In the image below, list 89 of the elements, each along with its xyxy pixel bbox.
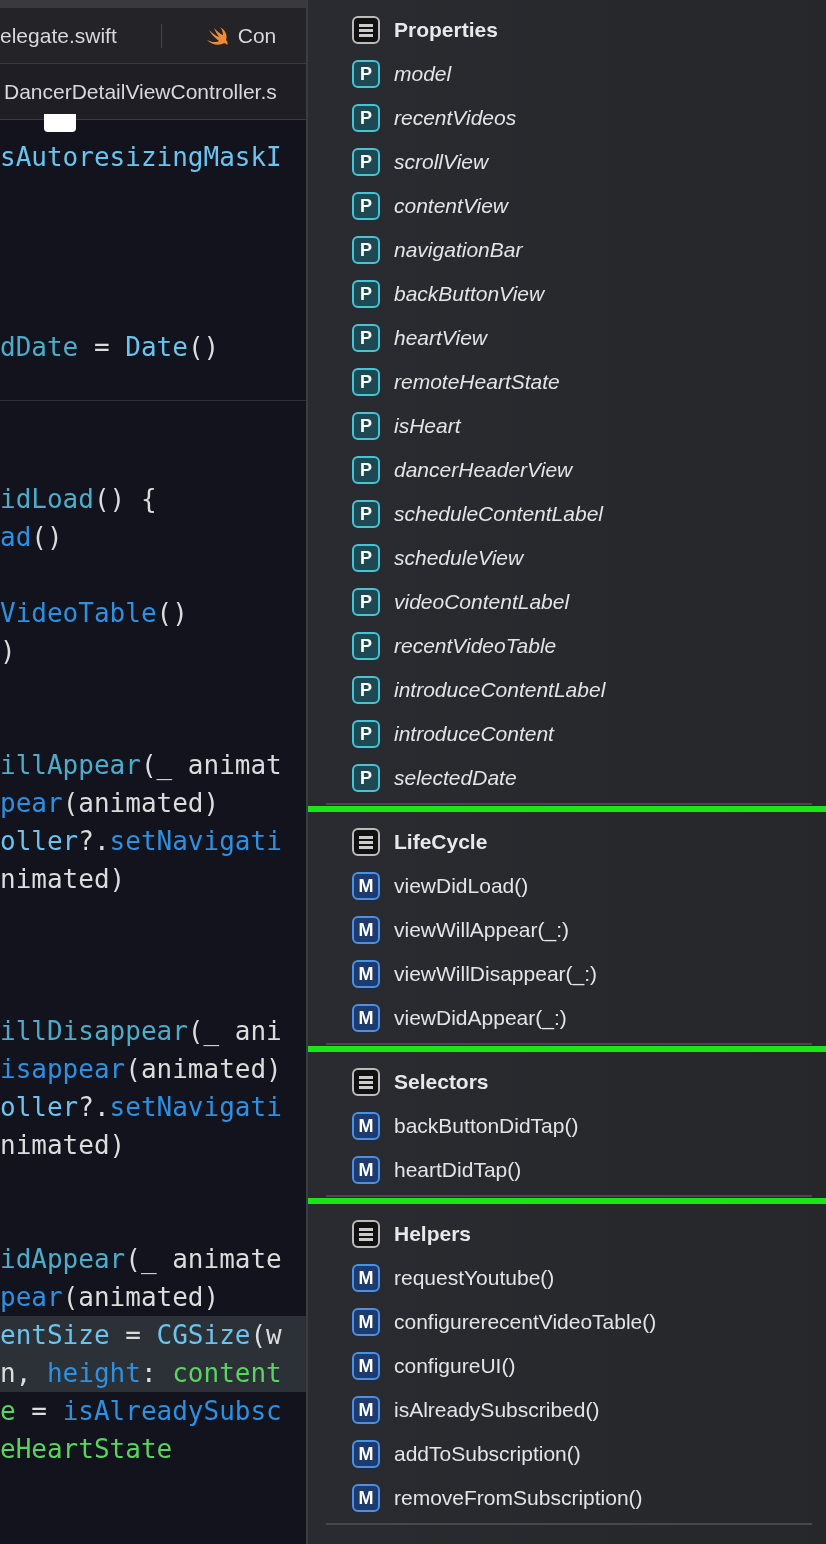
code-line: illDisappear(_ ani — [0, 1014, 282, 1048]
menu-item[interactable]: P heartView — [308, 316, 826, 360]
code-line: e = isAlreadySubsc — [0, 1394, 282, 1428]
method-badge-icon: M — [352, 1440, 380, 1468]
method-badge-icon: M — [352, 1156, 380, 1184]
menu-item[interactable]: P introduceContent — [308, 712, 826, 756]
property-badge-icon: P — [352, 456, 380, 484]
property-badge-icon: P — [352, 280, 380, 308]
code-line: idAppear(_ animate — [0, 1242, 282, 1276]
code-line: oller?.setNavigati — [0, 824, 282, 858]
property-badge-icon: P — [352, 192, 380, 220]
section-header: LifeCycle — [394, 829, 488, 856]
property-badge-icon: P — [352, 104, 380, 132]
property-badge-icon: P — [352, 324, 380, 352]
code-line: VideoTable() — [0, 596, 188, 630]
property-badge-icon: P — [352, 412, 380, 440]
menu-item[interactable]: P contentView — [308, 184, 826, 228]
code-line: nimated) — [0, 1128, 126, 1162]
menu-item[interactable]: P scrollView — [308, 140, 826, 184]
menu-item[interactable]: P remoteHeartState — [308, 360, 826, 404]
menu-item[interactable]: P videoContentLabel — [308, 580, 826, 624]
menu-item[interactable]: P backButtonView — [308, 272, 826, 316]
menu-item[interactable]: P recentVideoTable — [308, 624, 826, 668]
cursor-block — [44, 114, 76, 132]
method-badge-icon: M — [352, 1352, 380, 1380]
code-line: nimated) — [0, 862, 126, 896]
menu-item[interactable]: M configureUI() — [308, 1344, 826, 1388]
file-tab[interactable]: Con — [205, 19, 277, 52]
method-badge-icon: M — [352, 1484, 380, 1512]
property-badge-icon: P — [352, 544, 380, 572]
method-badge-icon: M — [352, 960, 380, 988]
section-list-icon — [352, 828, 380, 856]
menu-item[interactable]: M viewWillDisappear(_:) — [308, 952, 826, 996]
section-header: Selectors — [394, 1069, 489, 1096]
method-badge-icon: M — [352, 1112, 380, 1140]
section-list-icon — [352, 1068, 380, 1096]
code-line: idLoad() { — [0, 482, 157, 516]
property-badge-icon: P — [352, 60, 380, 88]
menu-item[interactable]: P navigationBar — [308, 228, 826, 272]
code-line: entSize = CGSize(w — [0, 1318, 282, 1352]
code-line: n, height: content — [0, 1356, 282, 1390]
property-badge-icon: P — [352, 500, 380, 528]
code-line: eHeartState — [0, 1432, 173, 1466]
code-line: oller?.setNavigati — [0, 1090, 282, 1124]
file-tab[interactable]: elegate.swift — [0, 19, 117, 52]
property-badge-icon: P — [352, 368, 380, 396]
code-line: sAutoresizingMaskI — [0, 140, 282, 174]
property-badge-icon: P — [352, 720, 380, 748]
menu-item[interactable]: M configurerecentVideoTable() — [308, 1300, 826, 1344]
menu-item[interactable]: M heartDidTap() — [308, 1148, 826, 1192]
code-line: dDate = Date() — [0, 330, 220, 364]
code-line: pear(animated) — [0, 1280, 220, 1314]
property-badge-icon: P — [352, 588, 380, 616]
menu-item[interactable]: M addToSubscription() — [308, 1432, 826, 1476]
method-badge-icon: M — [352, 1004, 380, 1032]
menu-item[interactable]: M removeFromSubscription() — [308, 1476, 826, 1520]
menu-item[interactable]: P scheduleContentLabel — [308, 492, 826, 536]
section-list-icon — [352, 16, 380, 44]
property-badge-icon: P — [352, 236, 380, 264]
menu-item[interactable]: P selectedDate — [308, 756, 826, 800]
property-badge-icon: P — [352, 676, 380, 704]
menu-item[interactable]: M isAlreadySubscribed() — [308, 1388, 826, 1432]
section-header: Helpers — [394, 1221, 472, 1248]
menu-item[interactable]: P scheduleView — [308, 536, 826, 580]
property-badge-icon: P — [352, 632, 380, 660]
method-badge-icon: M — [352, 916, 380, 944]
code-line: ad() — [0, 520, 63, 554]
code-line: pear(animated) — [0, 786, 220, 820]
code-line: isappear(animated) — [0, 1052, 282, 1086]
method-badge-icon: M — [352, 872, 380, 900]
menu-item[interactable]: P recentVideos — [308, 96, 826, 140]
menu-item[interactable]: M viewDidLoad() — [308, 864, 826, 908]
method-badge-icon: M — [352, 1308, 380, 1336]
menu-item[interactable]: M requestYoutube() — [308, 1256, 826, 1300]
section-header: Properties — [394, 17, 498, 44]
menu-item[interactable]: P isHeart — [308, 404, 826, 448]
menu-item[interactable]: M backButtonDidTap() — [308, 1104, 826, 1148]
code-line: illAppear(_ animat — [0, 748, 282, 782]
menu-item[interactable]: P introduceContentLabel — [308, 668, 826, 712]
menu-item[interactable]: P dancerHeaderView — [308, 448, 826, 492]
property-badge-icon: P — [352, 148, 380, 176]
method-badge-icon: M — [352, 1264, 380, 1292]
code-line: ) — [0, 634, 16, 668]
method-badge-icon: M — [352, 1396, 380, 1424]
section-list-icon — [352, 1220, 380, 1248]
menu-item[interactable]: P model — [308, 52, 826, 96]
menu-item[interactable]: M viewWillAppear(_:) — [308, 908, 826, 952]
menu-item[interactable]: M viewDidAppear(_:) — [308, 996, 826, 1040]
property-badge-icon: P — [352, 764, 380, 792]
